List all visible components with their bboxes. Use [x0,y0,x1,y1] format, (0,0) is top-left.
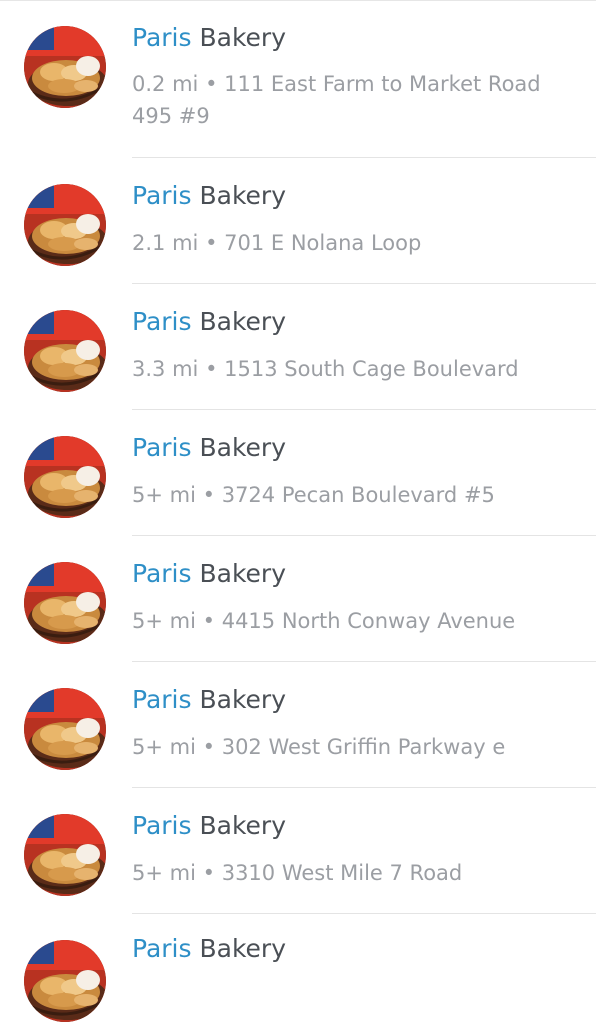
result-row[interactable]: Paris Bakery [0,914,596,1022]
result-name: Paris Bakery [132,23,286,53]
result-distance: 2.1 mi [132,231,199,255]
result-row[interactable]: Paris Bakery 5+ mi • 302 West Griffin Par… [0,662,596,788]
result-name-highlight: Paris [132,433,192,462]
result-row[interactable]: Paris Bakery 0.2 mi • 111 East Farm to Ma… [0,0,596,158]
result-details: 3.3 mi • 1513 South Cage Boulevard [132,353,582,385]
result-distance: 3.3 mi [132,357,199,381]
result-details: 5+ mi • 3310 West Mile 7 Road [132,857,582,889]
bakery-thumbnail [24,184,106,266]
result-name-highlight: Paris [132,307,192,336]
result-distance: 0.2 mi [132,72,199,96]
result-name: Paris Bakery [132,307,286,337]
result-row[interactable]: Paris Bakery 3.3 mi • 1513 South Cage Bou… [0,284,596,410]
bakery-thumbnail [24,562,106,644]
result-name-highlight: Paris [132,685,192,714]
result-name-rest: Bakery [191,685,286,714]
result-name-highlight: Paris [132,23,192,52]
bullet-separator: • [205,357,218,381]
result-name-rest: Bakery [191,307,286,336]
bakery-thumbnail [24,688,106,770]
result-name: Paris Bakery [132,559,286,589]
bakery-thumbnail [24,814,106,896]
result-row[interactable]: Paris Bakery 5+ mi • 3310 West Mile 7 Roa… [0,788,596,914]
result-details: 5+ mi • 4415 North Conway Avenue [132,605,582,637]
result-name-rest: Bakery [191,934,286,963]
result-distance: 5+ mi [132,483,196,507]
result-name: Paris Bakery [132,685,286,715]
result-distance: 5+ mi [132,609,196,633]
bullet-separator: • [202,735,216,759]
result-name: Paris Bakery [132,811,286,841]
result-name-highlight: Paris [132,559,192,588]
result-name-rest: Bakery [191,433,286,462]
result-details: 5+ mi • 302 West Griffin Parkway e [132,731,582,763]
result-row[interactable]: Paris Bakery 2.1 mi • 701 E Nolana Loop [0,158,596,284]
result-name-highlight: Paris [132,181,192,210]
bakery-thumbnail [24,26,106,108]
result-address: 4415 North Conway Avenue [221,609,516,633]
result-row[interactable]: Paris Bakery 5+ mi • 3724 Pecan Boulevard… [0,410,596,536]
bullet-separator: • [202,861,216,885]
bakery-thumbnail [24,310,106,392]
result-address: 1513 South Cage Boulevard [224,357,519,381]
result-name-rest: Bakery [191,23,286,52]
result-address: 3724 Pecan Boulevard #5 [221,483,495,507]
bullet-separator: • [202,483,216,507]
result-name: Paris Bakery [132,433,286,463]
bullet-separator: • [202,609,216,633]
result-details: 5+ mi • 3724 Pecan Boulevard #5 [132,479,582,511]
result-distance: 5+ mi [132,861,196,885]
bakery-thumbnail [24,436,106,518]
bullet-separator: • [205,72,218,96]
result-details: 0.2 mi • 111 East Farm to Market Road 49… [132,68,582,132]
result-address: 701 E Nolana Loop [224,231,422,255]
result-name-rest: Bakery [191,181,286,210]
result-name-highlight: Paris [132,934,192,963]
result-name-rest: Bakery [191,811,286,840]
result-distance: 5+ mi [132,735,196,759]
result-details: 2.1 mi • 701 E Nolana Loop [132,227,582,259]
result-name: Paris Bakery [132,181,286,211]
result-name-highlight: Paris [132,811,192,840]
bakery-thumbnail [24,940,106,1022]
result-address: 302 West Griffin Parkway e [221,735,506,759]
result-row[interactable]: Paris Bakery 5+ mi • 4415 North Conway Av… [0,536,596,662]
result-name-rest: Bakery [191,559,286,588]
bullet-separator: • [205,231,218,255]
result-address: 3310 West Mile 7 Road [221,861,463,885]
